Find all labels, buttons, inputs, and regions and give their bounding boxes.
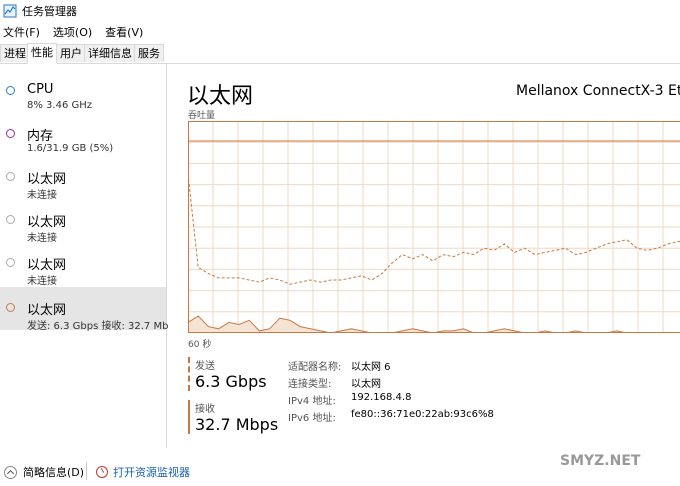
sidebar-item-label: 以太网 (27, 258, 67, 273)
watermark: SMYZ.NET (560, 453, 641, 469)
footer-divider (86, 462, 87, 480)
page-title: 以太网 (187, 84, 254, 109)
send-value: 6.3 Gbps (195, 372, 267, 391)
performance-panel: 以太网 Mellanox ConnectX-3 Ethe 吞吐量 60 秒 发送… (167, 64, 680, 448)
throughput-graph (188, 121, 680, 333)
tab-services[interactable]: 服务 (134, 44, 164, 62)
resource-monitor-icon (96, 466, 109, 478)
receive-stat: 接收 32.7 Mbps (188, 400, 278, 434)
property-key: IPv4 地址: (288, 396, 336, 407)
receive-series (188, 315, 680, 333)
window-title: 任务管理器 (22, 5, 77, 18)
sidebar-item-ethernet-1[interactable]: 以太网 未连接 (0, 156, 166, 201)
sidebar-item-memory[interactable]: 内存 1.6/31.9 GB (5%) (0, 113, 166, 156)
property-row: IPv6 地址: fe80::36:71e0:22ab:93c6%8 (288, 409, 494, 426)
throughput-label: 吞吐量 (188, 111, 216, 121)
receive-label: 接收 (195, 404, 215, 415)
send-series (188, 173, 680, 285)
chevron-up-icon[interactable] (4, 465, 17, 479)
property-value: 以太网 (351, 379, 381, 390)
ethernet-indicator-icon (6, 172, 15, 181)
property-key: 适配器名称: (288, 362, 342, 373)
sidebar-item-label: 内存 (27, 129, 54, 144)
time-axis-label: 60 秒 (188, 340, 212, 350)
menu-file[interactable]: 文件(F) (3, 24, 40, 40)
sidebar-item-ethernet-3[interactable]: 以太网 未连接 (0, 242, 166, 287)
property-row: 适配器名称: 以太网 6 (288, 358, 494, 375)
sidebar-item-ethernet-6[interactable]: 以太网 发送: 6.3 Gbps 接收: 32.7 Mb (0, 287, 169, 332)
tab-details[interactable]: 详细信息 (84, 44, 136, 62)
sidebar-item-label: CPU (27, 82, 54, 97)
menu-options[interactable]: 选项(O) (53, 24, 92, 40)
ethernet-indicator-icon (6, 215, 15, 224)
sidebar-item-label: 以太网 (27, 303, 67, 318)
adapter-properties: 适配器名称: 以太网 6 连接类型: 以太网 IPv4 地址: 192.168.… (288, 358, 494, 426)
property-value: 192.168.4.8 (351, 392, 412, 403)
tab-processes[interactable]: 进程 (0, 44, 30, 62)
memory-indicator-icon (6, 129, 15, 138)
tab-strip: 进程 性能 用户 详细信息 服务 (0, 43, 680, 64)
task-manager-icon (3, 4, 17, 18)
send-label: 发送 (195, 361, 215, 372)
sidebar-item-cpu[interactable]: CPU 8% 3.46 GHz (0, 70, 166, 113)
property-key: IPv6 地址: (288, 413, 336, 424)
adapter-name: Mellanox ConnectX-3 Ethe (516, 83, 680, 99)
title-bar: 任务管理器 (0, 0, 680, 22)
sidebar-item-sub: 未连接 (27, 276, 57, 287)
sidebar-item-sub: 8% 3.46 GHz (27, 100, 93, 111)
tab-performance[interactable]: 性能 (27, 43, 57, 64)
sidebar-item-ethernet-2[interactable]: 以太网 未连接 (0, 199, 166, 244)
property-value: 以太网 6 (351, 362, 391, 373)
sidebar-item-sub: 发送: 6.3 Gbps 接收: 32.7 Mb (27, 321, 169, 332)
menu-view[interactable]: 查看(V) (105, 24, 143, 40)
fewer-details-button[interactable]: 简略信息(D) (23, 464, 84, 480)
cpu-indicator-icon (6, 86, 15, 95)
sidebar-item-label: 以太网 (27, 172, 67, 187)
property-row: IPv4 地址: 192.168.4.8 (288, 392, 494, 409)
ethernet-indicator-icon (6, 258, 15, 267)
receive-value: 32.7 Mbps (195, 415, 279, 434)
sidebar-item-label: 以太网 (27, 215, 67, 230)
tab-users[interactable]: 用户 (56, 44, 86, 62)
property-key: 连接类型: (288, 379, 332, 390)
sidebar: CPU 8% 3.46 GHz 内存 1.6/31.9 GB (5%) 以太网 … (0, 64, 169, 448)
open-resource-monitor-link[interactable]: 打开资源监视器 (113, 464, 190, 480)
menu-bar: 文件(F) 选项(O) 查看(V) (0, 23, 680, 41)
sidebar-item-sub: 1.6/31.9 GB (5%) (27, 143, 114, 154)
send-stat: 发送 6.3 Gbps (188, 357, 267, 391)
property-row: 连接类型: 以太网 (288, 375, 494, 392)
ethernet-indicator-icon (6, 303, 15, 312)
property-value: fe80::36:71e0:22ab:93c6%8 (351, 409, 494, 420)
